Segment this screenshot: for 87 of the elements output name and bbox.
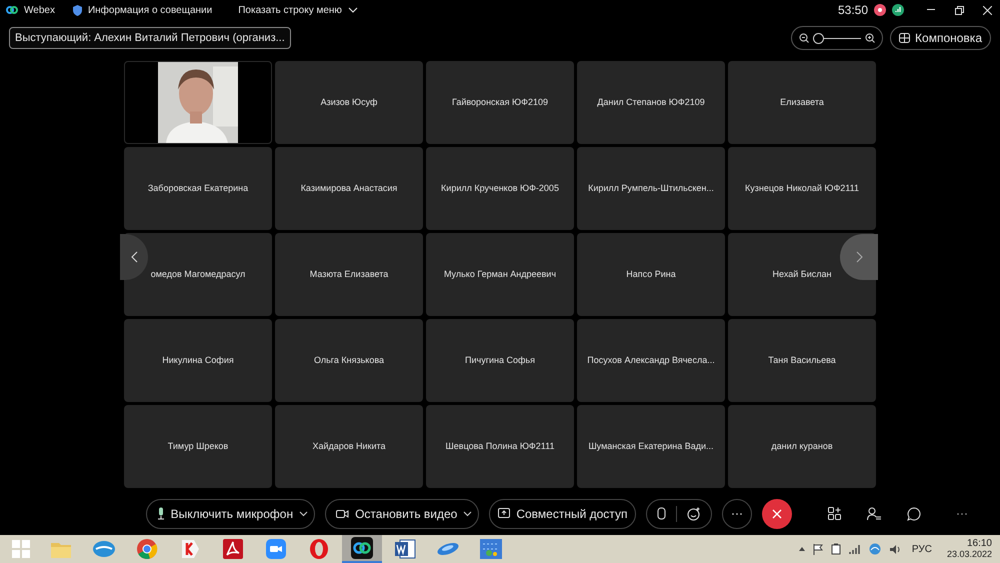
participant-name: Азизов Юсуф bbox=[320, 96, 378, 109]
windows-icon bbox=[12, 540, 30, 558]
shield-icon bbox=[72, 4, 82, 16]
share-screen-icon bbox=[498, 508, 510, 520]
participant-name: Нехай Бислан bbox=[772, 268, 832, 281]
minimize-icon bbox=[927, 9, 935, 12]
logo-icon bbox=[6, 5, 18, 16]
participant-name: Кирилл Румпель-Штильскен... bbox=[588, 182, 714, 195]
reactions-button[interactable] bbox=[687, 506, 702, 521]
mute-control[interactable]: Выключить микрофон bbox=[146, 498, 316, 529]
participant-name: Заборовская Екатерина bbox=[148, 182, 248, 195]
participant-name: Кузнецов Николай ЮФ2111 bbox=[745, 182, 859, 195]
participant-name: Посухов Александр Вячесла... bbox=[587, 354, 715, 367]
ellipsis-icon bbox=[732, 512, 742, 515]
zoom-control[interactable] bbox=[791, 26, 884, 50]
participant-name: данил куранов bbox=[771, 440, 833, 453]
zoom-slider-thumb[interactable] bbox=[812, 32, 824, 44]
participant-name: Елизавета bbox=[780, 96, 824, 109]
chat-icon bbox=[907, 506, 922, 521]
apps-icon bbox=[828, 507, 841, 520]
meeting-timer: 53:50 bbox=[838, 2, 868, 20]
chevron-left-icon bbox=[130, 251, 138, 264]
recording-icon bbox=[874, 4, 886, 16]
grid-icon bbox=[899, 33, 910, 44]
participant-name: Данил Степанов ЮФ2109 bbox=[597, 96, 705, 109]
raise-hand-button[interactable] bbox=[657, 507, 666, 520]
ellipsis-icon bbox=[957, 512, 968, 515]
participant-name: Тимур Шреков bbox=[168, 440, 228, 453]
speaker-icon bbox=[888, 544, 901, 554]
chrome-icon bbox=[136, 538, 158, 560]
zoom-in-icon bbox=[865, 33, 876, 44]
meeting-info-button[interactable]: Информация о совещании bbox=[88, 2, 212, 18]
zoom-out-icon bbox=[799, 33, 810, 44]
webex-icon bbox=[351, 537, 373, 559]
participant-name: Пичугина Софья bbox=[465, 354, 535, 367]
browser-icon bbox=[179, 538, 201, 560]
taskbar-app-button[interactable] bbox=[342, 535, 382, 563]
smiley-icon bbox=[687, 506, 702, 521]
cloud-icon bbox=[92, 539, 116, 559]
hand-icon bbox=[657, 507, 666, 520]
participants-icon bbox=[867, 506, 882, 521]
show-menu-button[interactable]: Показать строку меню bbox=[238, 2, 358, 18]
participant-name: Гайворонская ЮФ2109 bbox=[452, 96, 548, 109]
layout-button[interactable]: Компоновка bbox=[890, 26, 991, 50]
language-indicator[interactable]: РУС bbox=[912, 542, 932, 556]
caret-up-icon bbox=[798, 547, 805, 551]
participant-name: Кирилл Крученков ЮФ-2005 bbox=[441, 182, 559, 195]
participant-name: Никулина София bbox=[162, 354, 234, 367]
clock-time: 16:10 bbox=[966, 538, 992, 549]
close-icon bbox=[982, 6, 992, 15]
chevron-down-icon bbox=[463, 510, 472, 517]
restore-icon bbox=[954, 6, 964, 15]
chevron-down-icon bbox=[299, 510, 308, 517]
participant-name: Шевцова Полина ЮФ2111 bbox=[446, 440, 554, 453]
participant-name: Хайдаров Никита bbox=[312, 440, 386, 453]
close-icon bbox=[772, 508, 782, 519]
leave-meeting-button[interactable] bbox=[762, 498, 792, 529]
close-button[interactable] bbox=[980, 3, 994, 18]
camera-icon bbox=[265, 538, 287, 560]
signal-icon bbox=[892, 4, 904, 16]
share-button[interactable]: Совместный доступ bbox=[489, 498, 636, 529]
video-camera-icon bbox=[336, 508, 350, 519]
clock-date: 23.03.2022 bbox=[946, 549, 992, 560]
diagram-icon bbox=[479, 538, 503, 560]
mute-label: Выключить микрофон bbox=[170, 506, 294, 523]
battery-icon bbox=[830, 543, 841, 555]
participant-name: Мазюта Елизавета bbox=[310, 268, 388, 281]
opera-icon bbox=[308, 538, 330, 560]
participant-name: омедов Магомедрасул bbox=[150, 268, 246, 281]
participant-name: Ольга Князькова bbox=[314, 354, 384, 367]
restore-button[interactable] bbox=[952, 3, 966, 18]
participant-name: Таня Васильева bbox=[768, 354, 836, 367]
participant-name: Мулько Герман Андреевич bbox=[444, 268, 556, 281]
signal-bars-icon bbox=[848, 544, 861, 554]
network-icon bbox=[868, 543, 881, 555]
video-control[interactable]: Остановить видео bbox=[325, 498, 480, 529]
video-label: Остановить видео bbox=[355, 506, 458, 523]
chevron-down-icon bbox=[348, 7, 358, 14]
word-icon bbox=[394, 538, 416, 560]
flag-icon bbox=[812, 544, 823, 554]
pdf-icon bbox=[222, 538, 244, 560]
participant-name: Казимирова Анастасия bbox=[300, 182, 398, 195]
presenter-label: Выступающий: Алехин Виталий Петрович (организ... bbox=[9, 26, 291, 50]
microphone-icon bbox=[156, 507, 165, 520]
participant-name: Шуманская Екатерина Вади... bbox=[588, 440, 714, 453]
participant-name: Напсо Рина bbox=[626, 268, 676, 281]
app-title: Webex bbox=[24, 4, 55, 18]
